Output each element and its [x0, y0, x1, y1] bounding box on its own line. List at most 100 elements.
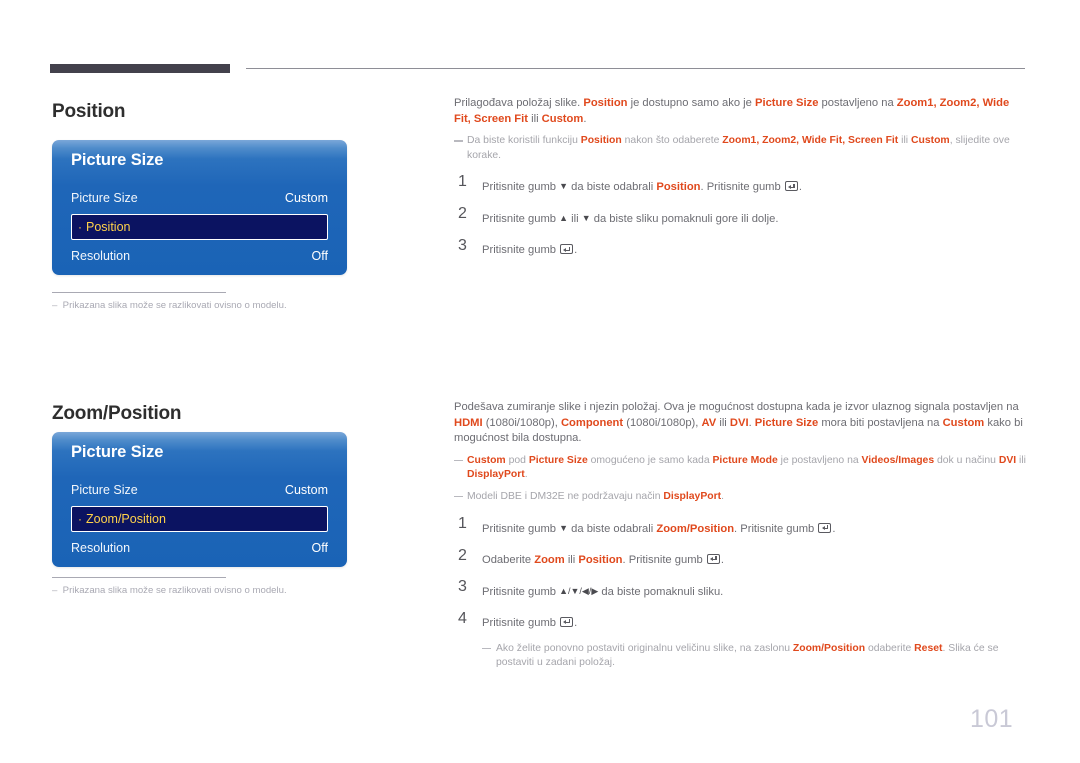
term-picture-mode: Picture Mode [712, 454, 778, 466]
term-position: Position [578, 553, 623, 566]
term-custom: Custom [541, 112, 584, 125]
term-component: Component [560, 416, 624, 429]
intro-res2: (1080i/1080p), [626, 416, 699, 429]
note-reset-instruction: Ako želite ponovno postaviti originalnu … [482, 642, 1026, 671]
step-number: 4 [458, 609, 467, 627]
header-bar-thick [50, 64, 230, 73]
term-size-options: Zoom1, Zoom2, Wide Fit, Screen Fit [722, 135, 899, 147]
osd-row-label: Resolution [71, 249, 131, 263]
page-number: 101 [970, 705, 1014, 733]
step-number: 3 [458, 577, 467, 595]
note-l: . [524, 469, 528, 481]
step-d: . [832, 522, 836, 535]
bullet-icon: · [78, 220, 82, 234]
step-item: 4 Pritisnite gumb . [454, 609, 1026, 631]
note-a: Da biste koristili funkciju [467, 135, 578, 147]
arrow-down-icon: ▼ [581, 213, 591, 224]
intro-paragraph-zoom-position: Podešava zumiranje slike i njezin položa… [454, 400, 1026, 447]
intro-res1: (1080i/1080p), [485, 416, 558, 429]
step-a: Pritisnite gumb [482, 522, 556, 535]
step-item: 3 Pritisnite gumb . [454, 237, 1026, 258]
step-d: . [720, 553, 724, 566]
osd-row-label: Picture Size [71, 483, 138, 497]
osd-panel-position: Picture Size Picture Size Custom · Posit… [52, 140, 347, 275]
footnote-text: – Prikazana slika može se razlikovati ov… [52, 585, 287, 596]
step-number: 2 [458, 546, 467, 564]
step-number: 3 [458, 237, 467, 255]
panel-footnote-position: – Prikazana slika može se razlikovati ov… [52, 292, 352, 311]
osd-heading: Picture Size [71, 151, 164, 169]
bullet-icon: · [78, 512, 82, 526]
footnote-separator [52, 292, 226, 293]
term-displayport: DisplayPort [467, 469, 525, 481]
arrow-keys-icon: ▲/▼/◀/▶ [559, 585, 599, 596]
term-av: AV [701, 416, 717, 429]
note-d: omogućeno je samo kada [590, 454, 710, 466]
step-c: . Pritisnite gumb [622, 553, 703, 566]
step-a: Pritisnite gumb [482, 585, 556, 598]
enter-key-icon [560, 244, 574, 255]
term-zoom-position: Zoom/Position [656, 522, 735, 535]
step-text: Pritisnite gumb ▼ da biste odabrali Posi… [482, 176, 1026, 195]
header-bar-thin [246, 68, 1025, 69]
osd-row-picture-size[interactable]: Picture Size Custom [71, 478, 328, 502]
enter-key-icon [560, 616, 574, 627]
step-d: . [798, 181, 802, 194]
note-a: Ako želite ponovno postaviti originalnu … [496, 642, 790, 654]
osd-row-value: Custom [284, 483, 328, 497]
term-dvi: DVI [998, 454, 1017, 466]
step-item: 1 Pritisnite gumb ▼ da biste odabrali Zo… [454, 515, 1026, 537]
osd-row-resolution[interactable]: Resolution Off [71, 244, 328, 268]
enter-key-icon [706, 553, 720, 564]
note-h: dok u načinu [937, 454, 996, 466]
osd-row-selected-position[interactable]: · Position [71, 214, 328, 240]
step-a: Odaberite [482, 553, 532, 566]
intro-dot: . [748, 416, 752, 429]
term-dvi: DVI [729, 416, 749, 429]
step-text: Pritisnite gumb . [482, 613, 1026, 631]
footnote-separator [52, 577, 226, 578]
osd-row-label: Picture Size [71, 191, 138, 205]
step-text: Pritisnite gumb ▲ ili ▼ da biste sliku p… [482, 208, 1026, 227]
page-header-rule [50, 64, 1025, 73]
step-item: 1 Pritisnite gumb ▼ da biste odabrali Po… [454, 173, 1026, 195]
osd-row-selected-zoom-position[interactable]: · Zoom/Position [71, 506, 328, 532]
term-picture-size: Picture Size [754, 416, 819, 429]
step-item: 2 Odaberite Zoom ili Position. Pritisnit… [454, 546, 1026, 568]
step-text: Odaberite Zoom ili Position. Pritisnite … [482, 550, 1026, 568]
step-b: da biste odabrali [571, 522, 654, 535]
intro-end: . [583, 112, 587, 125]
arrow-down-icon: ▼ [559, 522, 569, 533]
panel-footnote-zoom-position: – Prikazana slika može se razlikovati ov… [52, 577, 352, 596]
note-custom-condition: Custom pod Picture Size omogućeno je sam… [454, 454, 1026, 483]
osd-row-resolution[interactable]: Resolution Off [71, 536, 328, 560]
term-displayport: DisplayPort [663, 490, 722, 502]
note-position-usage: Da biste koristili funkciju Position nak… [454, 134, 1026, 163]
term-custom: Custom [911, 135, 950, 147]
step-a: Pritisnite gumb [482, 616, 556, 629]
term-picture-size: Picture Size [528, 454, 588, 466]
step-d: . [574, 244, 578, 257]
term-position: Position [580, 135, 622, 147]
term-reset: Reset [914, 642, 943, 654]
intro-mid2: postavljeno na [821, 97, 894, 109]
content-position: Prilagođava položaj slike. Position je d… [454, 96, 1026, 258]
step-c: da biste sliku pomaknuli gore ili dolje. [593, 213, 779, 226]
intro-mid: mora biti postavljena na [821, 416, 940, 429]
note-c: . [721, 490, 725, 502]
intro-mid3: ili [531, 112, 539, 125]
osd-row-picture-size[interactable]: Picture Size Custom [71, 186, 328, 210]
step-d: . [574, 616, 578, 629]
osd-heading: Picture Size [71, 443, 164, 461]
term-custom: Custom [467, 454, 506, 466]
arrow-down-icon: ▼ [559, 181, 569, 192]
osd-selected-label: Position [86, 220, 131, 234]
enter-key-icon [818, 522, 832, 533]
step-text: Pritisnite gumb ▲/▼/◀/▶ da biste pomaknu… [482, 581, 1026, 600]
intro-paragraph-position: Prilagođava položaj slike. Position je d… [454, 96, 1026, 127]
note-c: nakon što odaberete [624, 135, 720, 147]
osd-row-value: Off [311, 541, 328, 555]
osd-row-label: Resolution [71, 541, 131, 555]
osd-selected-label: Zoom/Position [86, 512, 166, 526]
step-number: 2 [458, 205, 467, 223]
